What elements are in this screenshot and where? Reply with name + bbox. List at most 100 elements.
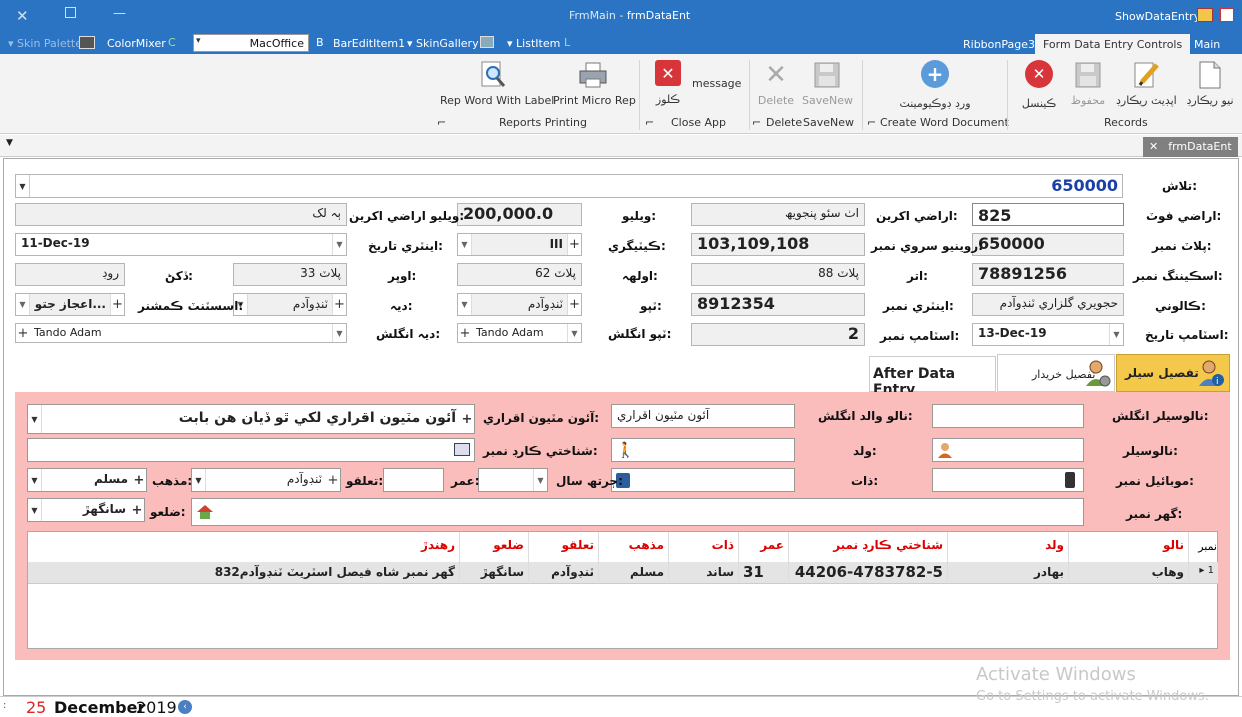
- window-icon[interactable]: [1220, 8, 1234, 22]
- chevron-down-icon[interactable]: ▼: [28, 469, 42, 491]
- back-circle-icon[interactable]: ‹: [178, 700, 192, 714]
- table-cell-taluka[interactable]: ٽنڊوآدم: [528, 562, 598, 584]
- tab-ribbonpage3[interactable]: RibbonPage3: [955, 34, 1043, 54]
- column-header-number[interactable]: نمبر: [1188, 532, 1218, 562]
- tab-main[interactable]: Main: [1186, 34, 1228, 54]
- north-field[interactable]: پلاٽ 88: [691, 263, 865, 286]
- seller-name-english-input[interactable]: [932, 404, 1084, 428]
- deh-english-select[interactable]: + Tando Adam ▼: [15, 323, 347, 343]
- column-header-religion[interactable]: مذهب: [598, 532, 668, 562]
- plus-icon[interactable]: +: [110, 294, 124, 315]
- column-header-resident[interactable]: رهندڙ: [28, 532, 459, 562]
- east-field[interactable]: پلاٽ 33: [233, 263, 347, 286]
- plus-icon[interactable]: +: [332, 294, 346, 315]
- religion-select[interactable]: ▼ مسلم +: [27, 468, 147, 492]
- land-feet-field[interactable]: 825: [972, 203, 1124, 226]
- chevron-down-icon[interactable]: ▼: [458, 234, 472, 255]
- plus-icon[interactable]: +: [132, 469, 146, 491]
- table-cell-resident[interactable]: 832گهر نمبر شاه فيصل اسٽريٽ ٽنڊوآدم: [28, 562, 459, 584]
- father-input[interactable]: 🚶: [611, 438, 795, 462]
- word-document-button[interactable]: + ورڊ ڊوڪيومينٽ: [895, 60, 975, 110]
- land-acres-field[interactable]: اٺ سئو پنجويھ: [691, 203, 865, 226]
- tapo-english-select[interactable]: + Tando Adam ▼: [457, 323, 582, 343]
- chevron-down-icon[interactable]: ▼: [16, 294, 30, 315]
- delete-button[interactable]: ✕ Delete: [756, 60, 796, 107]
- tab-seller-details[interactable]: تفصيل سيلر i: [1116, 354, 1230, 392]
- tab-buyer-details[interactable]: تفصيل خريدار: [997, 354, 1115, 392]
- chevron-down-icon[interactable]: ▼: [533, 469, 547, 491]
- savenew-button[interactable]: SaveNew: [802, 60, 853, 107]
- chevron-down-icon[interactable]: ▼: [28, 405, 42, 433]
- table-cell-caste[interactable]: ساند: [668, 562, 738, 584]
- table-cell-name[interactable]: وهاب: [1068, 562, 1188, 584]
- taluka-select[interactable]: ▼ ٽنڊوآدم +: [191, 468, 341, 492]
- agreement-select[interactable]: ▼ آئون مٽيون اقراري لکي ٿو ڏيان ھن بابت …: [27, 404, 475, 434]
- agreement-text-input[interactable]: آئون مٽيون اقراري: [611, 404, 795, 428]
- table-cell-religion[interactable]: مسلم: [598, 562, 668, 584]
- column-header-father[interactable]: ولد: [947, 532, 1068, 562]
- chevron-down-icon[interactable]: ▼: [458, 294, 472, 315]
- stamp-number-field[interactable]: 2: [691, 323, 865, 346]
- value-words-field[interactable]: ٻہ لک: [15, 203, 347, 226]
- plus-icon[interactable]: +: [567, 294, 581, 315]
- table-cell-age[interactable]: 31: [738, 562, 788, 584]
- seller-grid[interactable]: نمبر نالو ولد شناختي ڪارڊ نمبر عمر ذات م…: [27, 531, 1218, 649]
- south-field[interactable]: روڊ: [15, 263, 125, 286]
- corner-launch-icon[interactable]: ⌐: [437, 116, 446, 129]
- asst-commissioner-select[interactable]: + ▼ اعجاز جتو...: [15, 293, 125, 316]
- chevron-down-icon[interactable]: ▼: [6, 138, 13, 148]
- column-header-taluka[interactable]: تعلقو: [528, 532, 598, 562]
- cancel-button[interactable]: ✕ ڪينسل: [1017, 60, 1061, 110]
- district-select[interactable]: ▼ سانگھڙ +: [27, 498, 145, 522]
- plus-icon[interactable]: +: [16, 324, 30, 342]
- tapo-select[interactable]: + ▼ ٽنڊوآدم: [457, 293, 582, 316]
- rep-word-with-label-button[interactable]: Rep Word With Label: [440, 60, 554, 107]
- document-tab-frmdataent[interactable]: ✕ frmDataEnt: [1143, 137, 1238, 157]
- plot-number-field[interactable]: 650000: [972, 233, 1124, 256]
- minimize-icon[interactable]: —: [113, 6, 126, 21]
- tab-close-icon[interactable]: ✕: [1149, 140, 1158, 153]
- corner-launch-icon[interactable]: ⌐: [645, 116, 654, 129]
- seller-name-input[interactable]: [932, 438, 1084, 462]
- plus-icon[interactable]: +: [458, 324, 472, 342]
- house-number-input[interactable]: [191, 498, 1084, 526]
- table-cell-number[interactable]: ▸ 1: [1188, 562, 1218, 584]
- table-cell-district[interactable]: سانگھڙ: [459, 562, 528, 584]
- search-field[interactable]: ▼ 650000: [15, 174, 1123, 198]
- print-micro-rep-button[interactable]: Print Micro Rep: [553, 60, 636, 107]
- chevron-down-icon[interactable]: ▼: [28, 499, 42, 521]
- new-record-button[interactable]: نيو ريڪارڊ: [1182, 60, 1238, 107]
- save-button[interactable]: محفوظ: [1068, 60, 1108, 107]
- plus-icon[interactable]: +: [326, 469, 340, 491]
- column-header-district[interactable]: ضلعو: [459, 532, 528, 562]
- paint-icon[interactable]: [1197, 8, 1213, 22]
- plus-icon[interactable]: +: [460, 405, 474, 433]
- scanning-number-field[interactable]: 78891256: [972, 263, 1124, 286]
- chevron-down-icon[interactable]: ▼: [192, 469, 206, 491]
- chevron-down-icon[interactable]: ▼: [332, 234, 346, 255]
- chevron-down-icon[interactable]: ▼: [567, 324, 581, 342]
- birth-year-select[interactable]: ▼: [478, 468, 548, 492]
- cnic-input[interactable]: [27, 438, 475, 462]
- dropdown-arrow-icon[interactable]: ▼: [16, 175, 30, 197]
- mobile-input[interactable]: [932, 468, 1084, 492]
- color-mixer-item[interactable]: ColorMixer: [107, 37, 166, 50]
- stamp-date-picker[interactable]: 13-Dec-19 ▼: [972, 323, 1124, 346]
- chevron-down-icon[interactable]: ▼: [1109, 324, 1123, 345]
- value-amount-field[interactable]: 200,000.0: [457, 203, 582, 226]
- entry-number-field[interactable]: 8912354: [691, 293, 865, 316]
- category-select[interactable]: + ▼ III: [457, 233, 582, 256]
- skin-palette-item[interactable]: ▾ Skin Palette: [8, 37, 82, 50]
- corner-launch-icon[interactable]: ⌐: [867, 116, 876, 129]
- revenue-survey-field[interactable]: 103,109,108: [691, 233, 865, 256]
- close-icon[interactable]: ✕: [16, 7, 29, 25]
- bar-edit-item[interactable]: BarEditItem1: [333, 37, 405, 50]
- column-header-caste[interactable]: ذات: [668, 532, 738, 562]
- column-header-cnic[interactable]: شناختي ڪارڊ نمبر: [788, 532, 947, 562]
- skin-gallery-item[interactable]: ▾ SkinGallery: [407, 37, 479, 50]
- west-field[interactable]: پلاٽ 62: [457, 263, 582, 286]
- message-button[interactable]: message: [692, 77, 741, 90]
- age-input[interactable]: [383, 468, 444, 492]
- entry-date-picker[interactable]: 11-Dec-19 ▼: [15, 233, 347, 256]
- maximize-icon[interactable]: [65, 7, 76, 18]
